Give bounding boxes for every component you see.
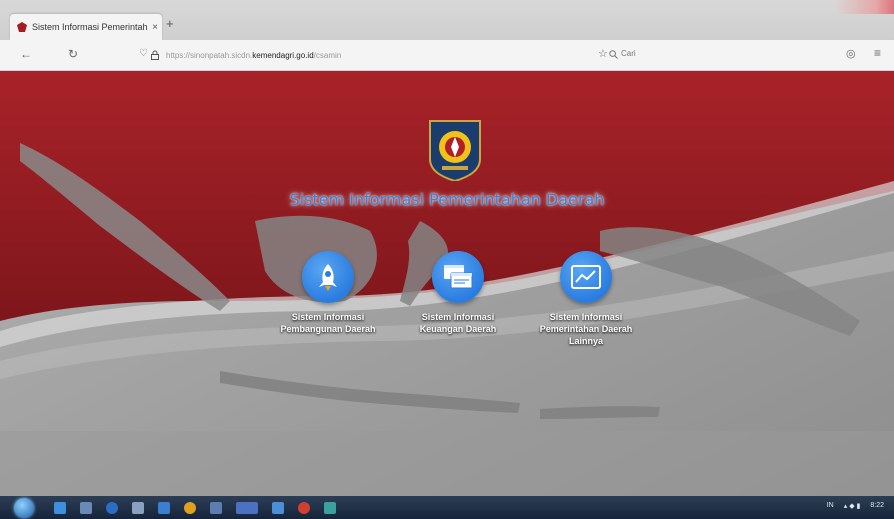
- url-domain: kemendagri.go.id: [252, 50, 314, 60]
- new-tab-button[interactable]: +: [166, 16, 174, 31]
- site-favicon-icon: [17, 22, 27, 32]
- app-icon[interactable]: [324, 501, 336, 514]
- page-content: Sistem Informasi Pemerintahan Daerah Sis…: [0, 71, 894, 496]
- menu-icon[interactable]: ≡: [874, 46, 881, 60]
- firefox-icon[interactable]: [298, 501, 310, 514]
- search-icon: [609, 50, 618, 59]
- window-controls[interactable]: [834, 0, 894, 14]
- bookmark-star-icon[interactable]: ☆: [598, 47, 608, 60]
- tab-close-icon[interactable]: ×: [148, 22, 162, 33]
- app-icon[interactable]: [210, 501, 222, 514]
- page-title: Sistem Informasi Pemerintahan Daerah: [289, 190, 605, 209]
- language-indicator[interactable]: IN: [827, 502, 834, 510]
- windows-icon: [432, 251, 484, 303]
- app-icon[interactable]: [236, 501, 258, 514]
- menu-label: Sistem Informasi Keuangan Daerah: [419, 312, 497, 334]
- back-icon[interactable]: ←: [20, 47, 32, 61]
- media-icon[interactable]: [106, 501, 118, 514]
- os-taskbar: IN ▴ ◆ ▮ 8:22: [0, 496, 894, 519]
- browser-nav-bar: ← ↻ ♡ https://sinonpatah.sicdn. kemendag…: [0, 40, 894, 71]
- kemendagri-logo: [428, 119, 482, 183]
- clock[interactable]: 8:22: [870, 502, 884, 510]
- chart-icon: [560, 251, 612, 303]
- menu-pembangunan-daerah[interactable]: Sistem Informasi Pembangunan Daerah: [263, 251, 393, 335]
- explorer-icon[interactable]: [80, 501, 92, 514]
- chrome-icon[interactable]: [184, 501, 196, 514]
- word-icon[interactable]: [158, 501, 170, 514]
- lock-icon: [151, 50, 159, 60]
- shield-icon[interactable]: ♡: [139, 48, 148, 59]
- tab-title: Sistem Informasi Pemerintah: [32, 22, 148, 32]
- start-button[interactable]: [14, 497, 34, 518]
- ie-icon[interactable]: [54, 501, 66, 514]
- browser-tab-strip: Sistem Informasi Pemerintah × +: [0, 0, 894, 40]
- menu-label: Sistem Informasi Pemerintahan Daerah Lai…: [539, 312, 633, 346]
- app-icon[interactable]: [272, 501, 284, 514]
- browser-tab[interactable]: Sistem Informasi Pemerintah ×: [10, 14, 162, 40]
- rocket-icon: [302, 251, 354, 303]
- menu-keuangan-daerah[interactable]: Sistem Informasi Keuangan Daerah: [393, 251, 523, 335]
- app-icon[interactable]: [132, 501, 144, 514]
- address-bar[interactable]: https://sinonpatah.sicdn. kemendagri.go.…: [150, 44, 850, 66]
- menu-pemerintahan-daerah-lainnya[interactable]: Sistem Informasi Pemerintahan Daerah Lai…: [521, 251, 651, 347]
- url-host: https://sinonpatah.sicdn.: [166, 50, 253, 60]
- system-tray: IN ▴ ◆ ▮ 8:22: [827, 502, 884, 510]
- menu-label: Sistem Informasi Pembangunan Daerah: [280, 312, 376, 334]
- network-icon[interactable]: ▴ ◆ ▮: [844, 502, 861, 510]
- search-field[interactable]: Cari: [621, 49, 636, 58]
- reload-icon[interactable]: ↻: [68, 47, 78, 61]
- pocket-icon[interactable]: ◎: [846, 47, 856, 60]
- url-path: /csamin: [313, 50, 342, 60]
